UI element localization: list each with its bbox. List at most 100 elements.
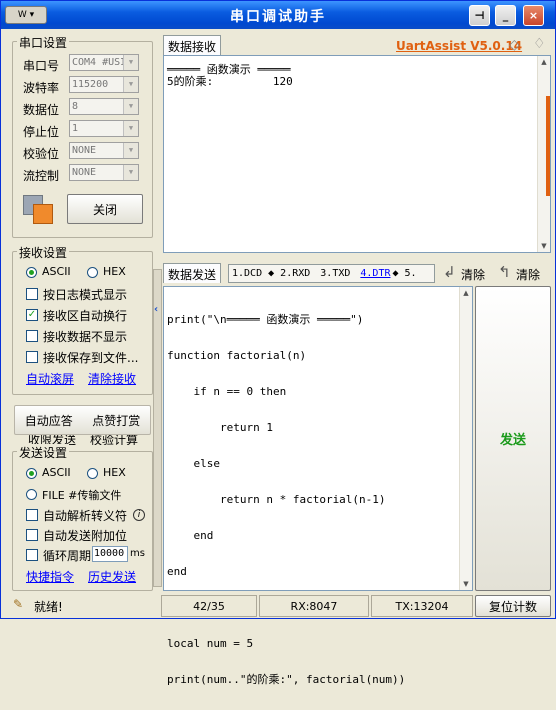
txd-indicator: 3.TXD [320,268,350,279]
clear-send-button[interactable]: 清除 [461,266,485,283]
led-icon: ◆ [268,268,275,279]
status-tx-value: TX:13204 [395,599,449,613]
status-count-value: 42/35 [193,599,225,613]
send-file-label: FILE #传输文件 [42,489,122,502]
stop-bits-label: 停止位 [23,125,60,139]
chevron-down-icon: ▼ [123,121,138,136]
minimize-button[interactable]: _ [495,5,516,26]
close-port-button[interactable]: 关闭 [67,194,143,224]
cycle-unit: ms [130,548,145,559]
receive-hex-radio[interactable] [87,267,98,278]
send-scrollbar[interactable]: ▲ ▼ [459,287,472,590]
baud-select[interactable]: 115200 ▼ [69,76,139,93]
auto-append-checkbox[interactable] [26,529,38,541]
stop-bits-value: 1 [72,123,79,134]
scroll-up-icon[interactable]: ▲ [460,287,472,299]
status-rx: RX:8047 [259,595,369,617]
log-mode-checkbox[interactable] [26,288,38,300]
hide-data-label: 接收数据不显示 [43,330,128,344]
send-button[interactable]: 发送 [475,286,551,591]
clear-send-icon[interactable]: ↲ [443,263,456,281]
diamond-icon[interactable]: ◇ [509,37,520,53]
port-select[interactable]: COM4 #USI ▼ [69,54,139,71]
flow-control-label: 流控制 [23,169,60,183]
send-editor[interactable]: print("\n═════ 函数演示 ═════") function fac… [163,286,473,686]
title-bar[interactable]: W ▾ 串口调试助手 ⊣ _ × [1,1,555,29]
auto-escape-checkbox[interactable] [26,509,38,521]
send-hex-label: HEX [103,466,126,479]
port-value: COM4 #USI [72,57,127,68]
status-tx: TX:13204 [371,595,473,617]
bell-icon[interactable]: ♢ [533,36,546,52]
send-line: end [167,529,214,542]
port-status-icon [23,195,55,225]
auto-wrap-label: 接收区自动换行 [43,309,128,323]
receive-ascii-label: ASCII [42,265,71,278]
send-file-radio[interactable] [26,489,37,500]
data-bits-label: 数据位 [23,103,60,117]
chevron-down-icon: ▼ [123,143,138,158]
serial-settings-title: 串口设置 [17,34,70,51]
flow-control-value: NONE [72,167,97,178]
send-hex-radio[interactable] [87,468,98,479]
baud-value: 115200 [72,79,109,90]
clear-receive-link[interactable]: 清除接收 [88,370,136,387]
data-bits-select[interactable]: 8 ▼ [69,98,139,115]
send-ascii-radio[interactable] [26,468,37,479]
receive-scrollbar[interactable]: ▲ ▼ [537,56,550,252]
send-button-label: 发送 [499,433,526,448]
send-line: if n == 0 then [167,385,287,398]
receive-settings-title: 接收设置 [17,244,70,261]
log-mode-label: 按日志模式显示 [43,288,128,302]
tab-send[interactable]: 数据发送 [163,263,222,283]
pin-button[interactable]: ⊣ [469,5,490,26]
clear-all-button[interactable]: 清除 [516,266,540,283]
scroll-down-icon[interactable]: ▼ [460,578,472,590]
cycle-label: 循环周期 [43,549,92,563]
clear-all-icon[interactable]: ↰ [498,263,511,281]
ready-icon: ✎ [13,597,24,611]
reset-count-button[interactable]: 复位计数 [475,595,551,617]
stop-bits-select[interactable]: 1 ▼ [69,120,139,137]
send-settings-title: 发送设置 [17,444,70,461]
rxd-indicator: 2.RXD [280,268,310,279]
dcd-label: 1.DCD [232,268,263,279]
save-file-checkbox[interactable] [26,351,38,363]
receive-panel[interactable]: ═════ 函数演示 ═════ 5的阶乘: 120 ▲ ▼ [163,55,551,253]
flow-control-select[interactable]: NONE ▼ [69,164,139,181]
shortcut-link[interactable]: 快捷指令 [26,568,74,585]
auto-wrap-checkbox[interactable]: ✓ [26,309,38,321]
reset-count-label: 复位计数 [488,599,537,614]
send-line: print("\n═════ 函数演示 ═════") [167,313,364,326]
hide-data-checkbox[interactable] [26,330,38,342]
dtr-label: 4.DTR [360,268,391,279]
scroll-down-icon[interactable]: ▼ [538,240,550,252]
cycle-input[interactable]: 10000 [92,546,128,562]
scroll-thumb[interactable] [546,96,550,196]
tip-button[interactable]: 点赞打赏 [92,412,140,429]
send-line: return n * factorial(n-1) [167,493,386,506]
tab-receive[interactable]: 数据接收 [163,35,222,55]
save-file-label: 接收保存到文件... [43,351,139,365]
dtr-indicator[interactable]: 4.DTR [360,268,390,279]
history-link[interactable]: 历史发送 [88,568,136,585]
status-count: 42/35 [161,595,257,617]
parity-select[interactable]: NONE ▼ [69,142,139,159]
receive-ascii-radio[interactable] [26,267,37,278]
receive-line: 5的阶乘: 120 [167,75,293,88]
info-icon[interactable]: i [133,509,145,521]
auto-reply-button[interactable]: 自动应答 [25,412,73,429]
chevron-down-icon: ▼ [123,99,138,114]
auto-scroll-link[interactable]: 自动滚屏 [26,370,74,387]
chevron-down-icon: ▼ [123,55,138,70]
tab-receive-label: 数据接收 [168,40,217,54]
partial-right-button[interactable]: 校验计算 [90,435,138,445]
receive-hex-label: HEX [103,265,126,278]
close-window-button[interactable]: × [523,5,544,26]
scroll-up-icon[interactable]: ▲ [538,56,550,68]
collapse-handle[interactable]: ‹ [153,269,162,587]
cycle-checkbox[interactable] [26,549,38,561]
brand-link[interactable]: UartAssist V5.0.14 [396,39,522,53]
send-line: local num = 5 [167,637,254,650]
send-line: else [167,457,220,470]
